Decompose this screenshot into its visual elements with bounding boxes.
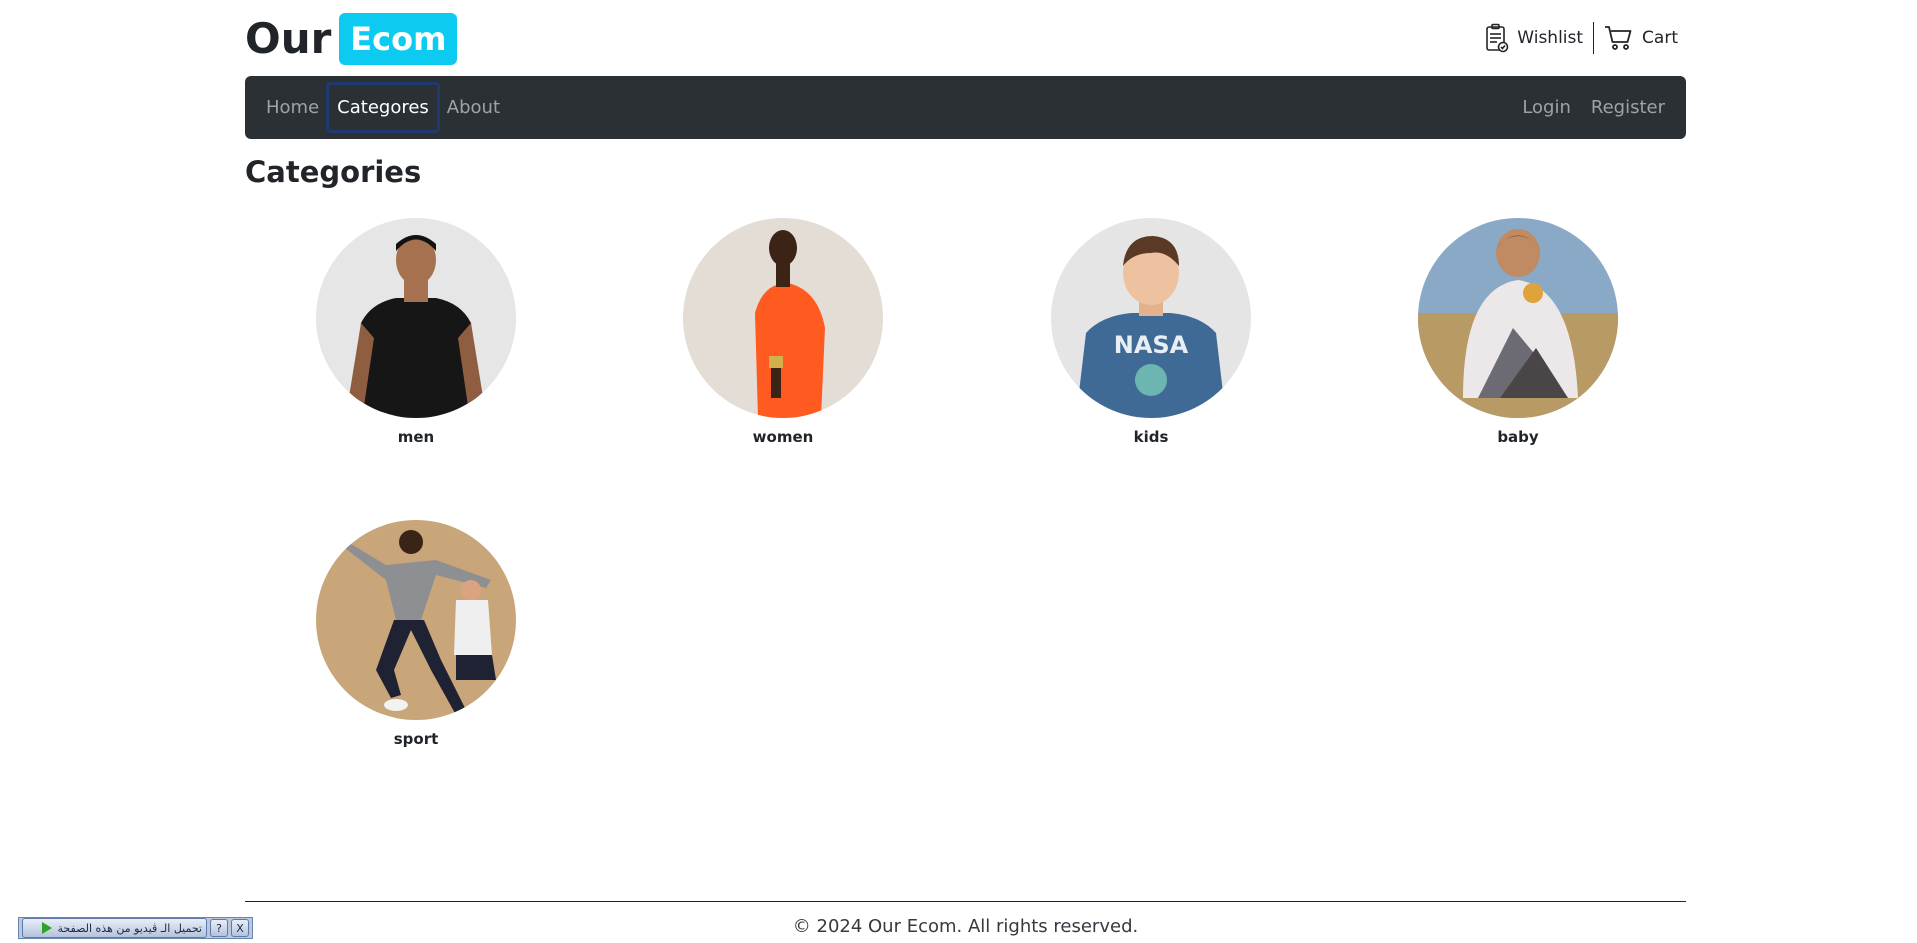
video-download-label: تحميل الـ ڤيديو من هذه الصفحة xyxy=(57,921,203,935)
nav-login[interactable]: Login xyxy=(1513,89,1580,126)
category-card-kids[interactable]: NASA kids xyxy=(1051,218,1251,446)
page-container: Our Ecom Wishlist Cart Home Categores Ab… xyxy=(245,0,1686,937)
cart-link[interactable]: Cart xyxy=(1604,25,1678,51)
category-card-sport[interactable]: sport xyxy=(316,520,516,748)
category-label-sport: sport xyxy=(393,730,439,748)
close-button[interactable]: X xyxy=(231,919,249,937)
category-label-kids: kids xyxy=(1133,428,1169,446)
nav-about[interactable]: About xyxy=(438,89,509,126)
wishlist-label: Wishlist xyxy=(1517,28,1584,48)
nav-left: Home Categores About xyxy=(257,76,509,139)
category-image-baby[interactable] xyxy=(1418,218,1618,418)
main-navbar: Home Categores About Login Register xyxy=(245,76,1686,139)
category-label-women: women xyxy=(752,428,814,446)
header-divider xyxy=(1593,22,1595,54)
cart-label: Cart xyxy=(1642,28,1678,48)
category-label-baby: baby xyxy=(1497,428,1539,446)
nav-home[interactable]: Home xyxy=(257,89,328,126)
video-download-button[interactable]: تحميل الـ ڤيديو من هذه الصفحة xyxy=(22,918,207,938)
play-icon xyxy=(41,922,52,934)
footer-copyright: © 2024 Our Ecom. All rights reserved. xyxy=(792,916,1139,937)
header-links: Wishlist Cart xyxy=(1485,22,1678,54)
category-image-kids[interactable]: NASA xyxy=(1051,218,1251,418)
footer-divider xyxy=(245,901,1686,902)
nav-right: Login Register xyxy=(1513,76,1674,139)
category-card-men[interactable]: men xyxy=(316,218,516,446)
help-button[interactable]: ? xyxy=(210,919,228,937)
video-download-widget: تحميل الـ ڤيديو من هذه الصفحة ? X xyxy=(18,917,253,939)
category-image-men[interactable] xyxy=(316,218,516,418)
nav-categories[interactable]: Categores xyxy=(326,82,440,133)
nav-register[interactable]: Register xyxy=(1582,89,1674,126)
brand-word: Our xyxy=(245,14,332,63)
page-title: Categories xyxy=(245,155,422,189)
category-label-men: men xyxy=(397,428,435,446)
category-card-women[interactable]: women xyxy=(683,218,883,446)
category-image-sport[interactable] xyxy=(316,520,516,720)
brand-badge: Ecom xyxy=(339,13,458,65)
cart-icon xyxy=(1604,25,1634,51)
site-header: Our Ecom Wishlist Cart xyxy=(245,0,1686,76)
wishlist-clipboard-icon xyxy=(1485,23,1509,53)
wishlist-link[interactable]: Wishlist xyxy=(1485,23,1583,53)
brand-logo[interactable]: Our Ecom xyxy=(245,12,458,66)
category-card-baby[interactable]: baby xyxy=(1418,218,1618,446)
svg-text:NASA: NASA xyxy=(1114,331,1189,359)
category-image-women[interactable] xyxy=(683,218,883,418)
